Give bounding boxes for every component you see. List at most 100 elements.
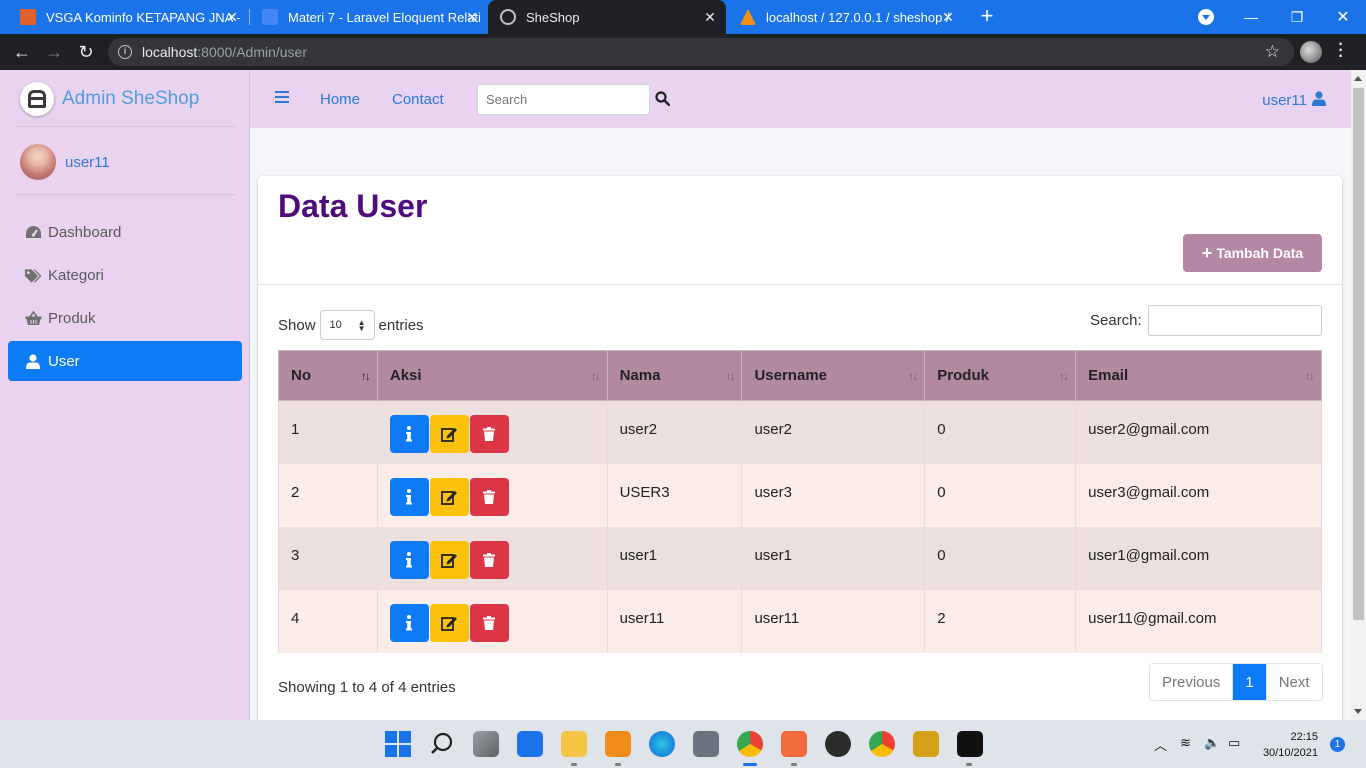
- detail-button[interactable]: [389, 477, 429, 516]
- add-data-label: Tambah Data: [1216, 245, 1304, 261]
- new-tab-button[interactable]: +: [976, 5, 998, 28]
- nav-link-home[interactable]: Home: [320, 91, 360, 108]
- user-panel[interactable]: user11: [20, 144, 110, 180]
- column-header-nama[interactable]: Nama ↑↓: [606, 350, 743, 401]
- cell-no: 2: [278, 463, 378, 527]
- detail-button[interactable]: [389, 415, 429, 453]
- length-control: Show 10 ▲ ▼ entries: [278, 310, 424, 340]
- tab-title: localhost / 127.0.0.1 / sheshop /: [766, 9, 950, 25]
- scroll-down-arrow-icon[interactable]: [1354, 709, 1362, 714]
- terminal-icon[interactable]: [957, 731, 983, 757]
- sort-icon: ↑↓: [590, 369, 601, 383]
- edit-button[interactable]: [429, 415, 469, 453]
- tab-search-icon[interactable]: [1198, 9, 1214, 25]
- sidebar-item-label: User: [48, 352, 80, 370]
- xampp-icon[interactable]: [781, 731, 807, 757]
- brand-link[interactable]: Admin SheShop: [20, 82, 199, 116]
- browser-tab[interactable]: localhost / 127.0.0.1 / sheshop / ✕: [728, 0, 964, 34]
- close-window-button[interactable]: ✕: [1320, 0, 1366, 34]
- navbar-search-input[interactable]: [477, 84, 650, 115]
- hamburger-menu-icon[interactable]: [275, 91, 289, 103]
- forward-arrow-icon[interactable]: →: [42, 40, 66, 64]
- tab-favicon-icon: [262, 9, 278, 25]
- cell-username: user3: [741, 463, 926, 527]
- sidebar-item-dashboard[interactable]: Dashboard: [8, 212, 242, 252]
- clock-date: 30/10/2021: [1262, 747, 1318, 759]
- browser-tab-active[interactable]: SheShop ✕: [488, 0, 726, 34]
- add-data-button[interactable]: + Tambah Data: [1183, 234, 1322, 272]
- notification-badge[interactable]: 1: [1330, 737, 1345, 752]
- pagination-page-1[interactable]: 1: [1232, 664, 1266, 700]
- close-icon[interactable]: ✕: [702, 9, 718, 25]
- chevron-up-icon[interactable]: ︿: [1154, 735, 1167, 754]
- camera-icon[interactable]: [693, 731, 719, 757]
- sidebar-item-user[interactable]: User: [8, 341, 242, 381]
- chrome-profile-icon[interactable]: [869, 731, 895, 757]
- file-explorer-icon[interactable]: [561, 731, 587, 757]
- filezilla-icon[interactable]: [913, 731, 939, 757]
- close-icon[interactable]: ✕: [224, 9, 240, 25]
- search-icon[interactable]: [429, 731, 455, 757]
- browser-tab[interactable]: Materi 7 - Laravel Eloquent Relati ✕: [250, 0, 488, 34]
- chrome-icon[interactable]: [737, 731, 763, 757]
- minimize-button[interactable]: —: [1228, 0, 1274, 34]
- entries-select[interactable]: 10 ▲ ▼: [319, 310, 375, 340]
- user-panel-name[interactable]: user11: [65, 154, 110, 171]
- table-search-input[interactable]: [1148, 305, 1322, 336]
- edit-icon: [440, 490, 457, 505]
- sidebar-item-kategori[interactable]: Kategori: [8, 255, 242, 295]
- info-icon[interactable]: i: [118, 45, 132, 59]
- pagination-next[interactable]: Next: [1265, 664, 1322, 700]
- back-arrow-icon[interactable]: ←: [10, 40, 34, 64]
- bookmark-star-icon[interactable]: ☆: [1265, 42, 1280, 62]
- detail-button[interactable]: [389, 603, 429, 642]
- obs-icon[interactable]: [825, 731, 851, 757]
- delete-button[interactable]: [469, 415, 509, 453]
- close-icon[interactable]: ✕: [464, 9, 480, 25]
- delete-button[interactable]: [469, 603, 509, 642]
- address-bar[interactable]: i localhost:8000/Admin/user ☆: [108, 38, 1294, 66]
- volume-icon[interactable]: 🔈: [1204, 735, 1220, 751]
- column-header-aksi[interactable]: Aksi ↑↓: [376, 350, 608, 401]
- delete-button[interactable]: [469, 540, 509, 579]
- column-header-email[interactable]: Email ↑↓: [1075, 350, 1322, 401]
- scrollbar-thumb[interactable]: [1353, 88, 1364, 620]
- column-header-no[interactable]: No ↑↓: [278, 350, 378, 401]
- reload-icon[interactable]: ↻: [74, 40, 98, 64]
- sidebar-item-label: Kategori: [48, 266, 104, 284]
- profile-avatar[interactable]: [1300, 41, 1322, 63]
- windows-start-icon[interactable]: [385, 731, 411, 757]
- page-scrollbar[interactable]: [1351, 70, 1366, 720]
- sort-icon: ↑↓: [725, 369, 735, 383]
- edit-button[interactable]: [429, 477, 469, 516]
- close-icon[interactable]: ✕: [940, 9, 956, 25]
- clock[interactable]: 22:15 30/10/2021: [1263, 729, 1318, 761]
- sublime-text-icon[interactable]: [605, 731, 631, 757]
- edge-browser-icon[interactable]: [649, 731, 675, 757]
- user-table: No ↑↓ Aksi ↑↓ Nama ↑↓ Username ↑↓ Produk ↑↓ E…: [278, 350, 1322, 653]
- search-icon[interactable]: [655, 91, 671, 107]
- top-navbar: Home Contact user11: [250, 70, 1351, 128]
- wifi-icon[interactable]: ≋: [1180, 735, 1191, 751]
- nav-link-contact[interactable]: Contact: [392, 91, 444, 108]
- column-header-username[interactable]: Username ↑↓: [741, 350, 926, 401]
- menu-kebab-icon[interactable]: · · ·: [1336, 37, 1346, 65]
- restore-button[interactable]: ❐: [1274, 0, 1320, 34]
- browser-tab[interactable]: VSGA Kominfo KETAPANG JNA - ✕: [8, 0, 248, 34]
- tab-favicon-icon: [20, 9, 36, 25]
- navbar-user-menu[interactable]: user11: [1262, 91, 1326, 110]
- cell-username: user1: [741, 526, 926, 590]
- column-header-produk[interactable]: Produk ↑↓: [924, 350, 1077, 401]
- task-view-icon[interactable]: [473, 731, 499, 757]
- scroll-up-arrow-icon[interactable]: [1354, 76, 1362, 81]
- battery-icon[interactable]: ▭: [1228, 735, 1240, 751]
- pagination-previous[interactable]: Previous: [1150, 664, 1233, 700]
- table-row: 2 USER3 user3 0 user3@gmail.com: [278, 463, 1322, 527]
- delete-button[interactable]: [469, 477, 509, 516]
- edit-button[interactable]: [429, 540, 469, 579]
- sidebar-item-produk[interactable]: Produk: [8, 298, 242, 338]
- edit-button[interactable]: [429, 603, 469, 642]
- info-icon: [406, 426, 413, 442]
- widgets-icon[interactable]: [517, 731, 543, 757]
- detail-button[interactable]: [389, 540, 429, 579]
